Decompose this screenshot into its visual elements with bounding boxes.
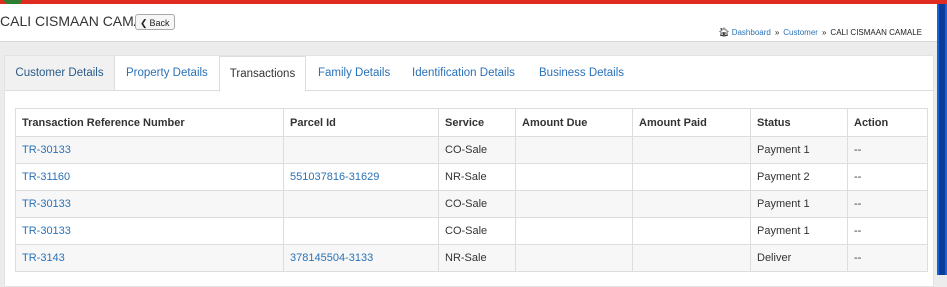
service-cell: CO-Sale <box>438 217 516 245</box>
reference-cell: TR-3143 <box>15 244 284 272</box>
breadcrumb: 🏠︎ Dashboard» Customer» CALI CISMAAN CAMALE <box>718 27 922 38</box>
tab-property-details[interactable]: Property Details <box>126 56 208 90</box>
back-button-label: Back <box>149 18 170 28</box>
service-cell: NR-Sale <box>438 163 516 191</box>
service-cell: NR-Sale <box>438 244 516 272</box>
service-cell: CO-Sale <box>438 136 516 164</box>
status-cell: Payment 1 <box>750 190 848 218</box>
back-button[interactable]: ❮ Back <box>135 14 175 30</box>
tab-identification-details[interactable]: Identification Details <box>412 56 515 90</box>
tab-bar: Customer Details Property Details Transa… <box>5 56 933 92</box>
transactions-table: Transaction Reference Number Parcel Id S… <box>15 108 928 272</box>
amount-paid-cell <box>632 217 751 245</box>
column-header-status: Status <box>750 108 848 137</box>
tab-family-details[interactable]: Family Details <box>318 56 390 90</box>
amount-due-cell <box>515 136 633 164</box>
tab-transactions[interactable]: Transactions <box>219 56 306 92</box>
chevron-left-icon: ❮ <box>140 18 148 28</box>
table-row: TR-30133 CO-Sale Payment 1 -- <box>15 190 928 218</box>
breadcrumb-customer[interactable]: Customer <box>783 28 818 37</box>
reference-cell: TR-30133 <box>15 217 284 245</box>
column-header-amount-paid: Amount Paid <box>632 108 751 137</box>
action-cell: -- <box>847 163 928 191</box>
parcel-cell <box>283 217 439 245</box>
parcel-cell: 551037816-31629 <box>283 163 439 191</box>
home-icon: 🏠︎ <box>718 27 730 37</box>
service-cell: CO-Sale <box>438 190 516 218</box>
table-row: TR-30133 CO-Sale Payment 1 -- <box>15 136 928 164</box>
status-cell: Deliver <box>750 244 848 272</box>
status-cell: Payment 1 <box>750 217 848 245</box>
transaction-ref-link[interactable]: TR-30133 <box>22 225 71 237</box>
breadcrumb-separator: » <box>821 28 827 37</box>
column-header-amount-due: Amount Due <box>515 108 633 137</box>
page-header: CALI CISMAAN CAMALE ❮ Back 🏠︎ Dashboard» Cu… <box>0 4 937 42</box>
action-cell: -- <box>847 217 928 245</box>
reference-cell: TR-30133 <box>15 136 284 164</box>
parcel-cell <box>283 136 439 164</box>
parcel-link[interactable]: 551037816-31629 <box>290 171 379 183</box>
reference-cell: TR-30133 <box>15 190 284 218</box>
table-row: TR-31160 551037816-31629 NR-Sale Payment… <box>15 163 928 191</box>
amount-paid-cell <box>632 163 751 191</box>
column-header-service: Service <box>438 108 516 137</box>
transaction-ref-link[interactable]: TR-30133 <box>22 144 71 156</box>
table-row: TR-3143 378145504-3133 NR-Sale Deliver -… <box>15 244 928 272</box>
action-cell: -- <box>847 136 928 164</box>
table-row: TR-30133 CO-Sale Payment 1 -- <box>15 217 928 245</box>
breadcrumb-dashboard[interactable]: Dashboard <box>732 28 771 37</box>
table-header-row: Transaction Reference Number Parcel Id S… <box>15 108 928 137</box>
status-cell: Payment 2 <box>750 163 848 191</box>
tab-business-details[interactable]: Business Details <box>539 56 624 90</box>
column-header-action: Action <box>847 108 928 137</box>
parcel-cell: 378145504-3133 <box>283 244 439 272</box>
transaction-ref-link[interactable]: TR-30133 <box>22 198 71 210</box>
parcel-cell <box>283 190 439 218</box>
amount-due-cell <box>515 217 633 245</box>
amount-paid-cell <box>632 244 751 272</box>
status-cell: Payment 1 <box>750 136 848 164</box>
parcel-link[interactable]: 378145504-3133 <box>290 252 373 264</box>
tab-customer-details[interactable]: Customer Details <box>5 56 115 90</box>
column-header-parcel-id: Parcel Id <box>283 108 439 137</box>
column-header-reference: Transaction Reference Number <box>15 108 284 137</box>
breadcrumb-separator: » <box>774 28 780 37</box>
amount-due-cell <box>515 163 633 191</box>
customer-panel: Customer Details Property Details Transa… <box>4 55 934 287</box>
right-edge-strip-inner <box>939 4 945 275</box>
right-edge-strip <box>937 4 947 275</box>
amount-due-cell <box>515 244 633 272</box>
amount-due-cell <box>515 190 633 218</box>
amount-paid-cell <box>632 190 751 218</box>
action-cell: -- <box>847 244 928 272</box>
transaction-ref-link[interactable]: TR-3143 <box>22 252 65 264</box>
action-cell: -- <box>847 190 928 218</box>
reference-cell: TR-31160 <box>15 163 284 191</box>
amount-paid-cell <box>632 136 751 164</box>
breadcrumb-current: CALI CISMAAN CAMALE <box>830 28 922 37</box>
transaction-ref-link[interactable]: TR-31160 <box>22 171 70 183</box>
